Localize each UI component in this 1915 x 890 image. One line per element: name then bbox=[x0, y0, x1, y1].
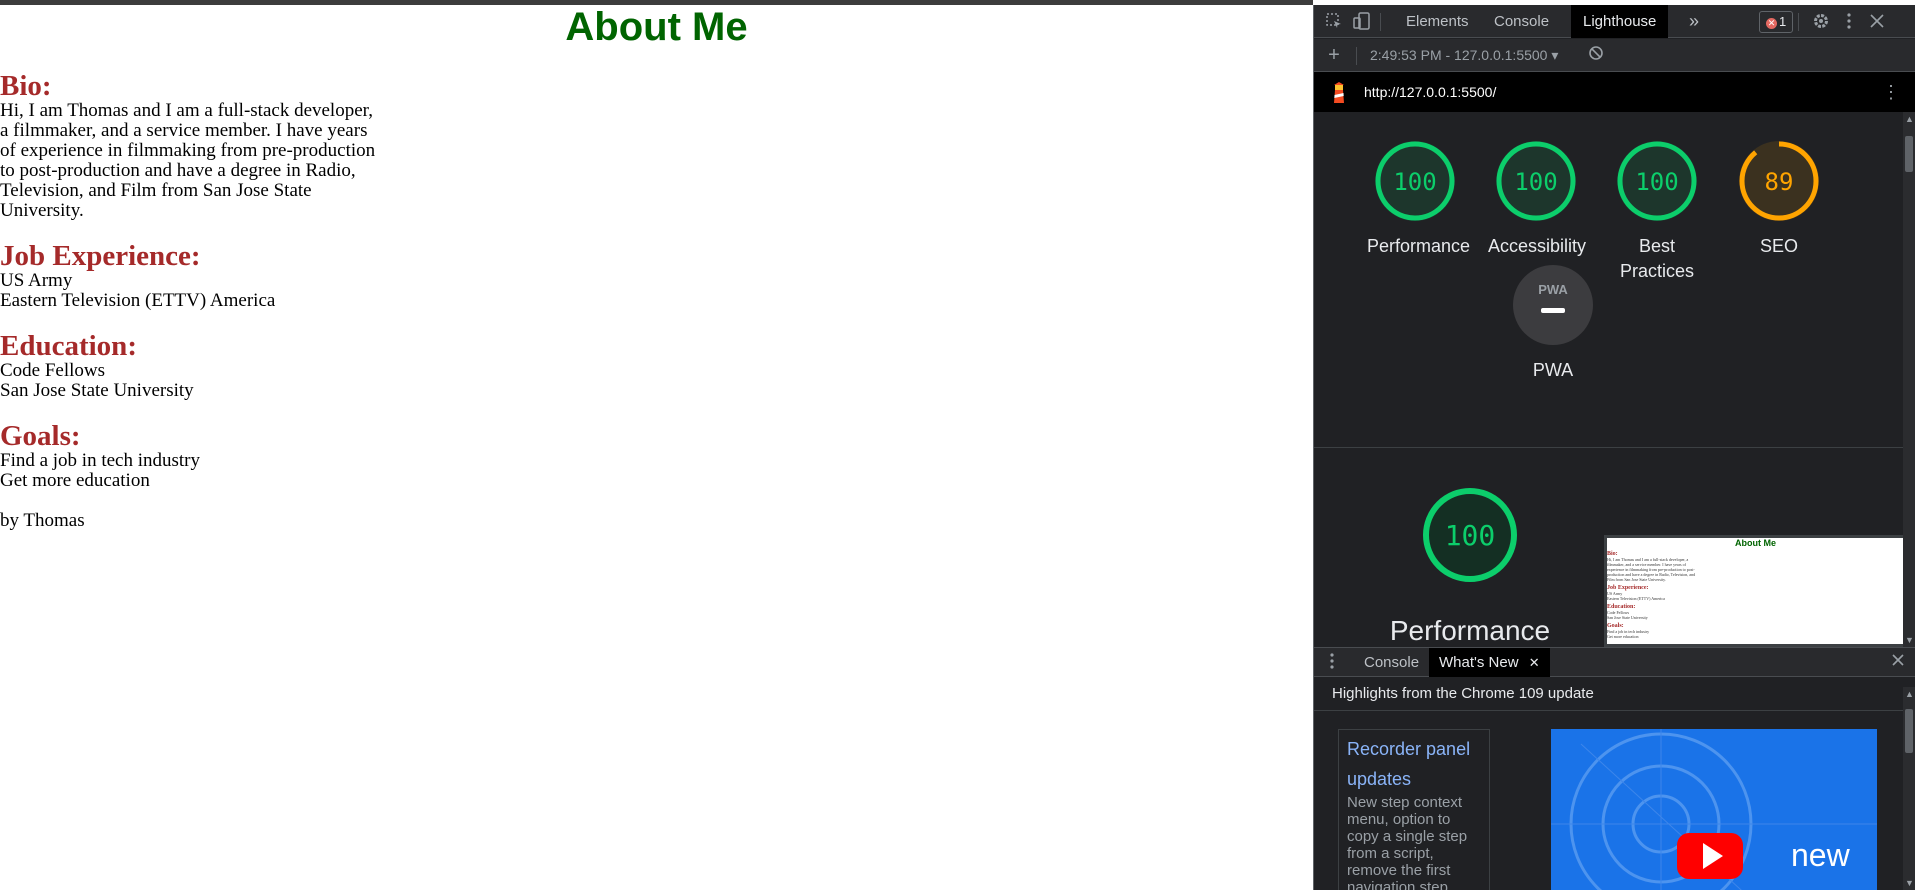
thumb-line: Get more education bbox=[1607, 634, 1639, 639]
inspect-element-icon[interactable] bbox=[1324, 12, 1344, 32]
thumb-line: San Jose State University bbox=[1607, 615, 1648, 620]
goal-item: Get more education bbox=[0, 470, 150, 491]
page-screenshot-thumbnail[interactable]: About Me Bio: Hi, I am Thomas and I am a… bbox=[1604, 535, 1904, 647]
lighthouse-url-bar: http://127.0.0.1:5500/ ⋮ bbox=[1314, 72, 1915, 112]
score-value: 100 bbox=[1514, 168, 1557, 196]
score-gauge[interactable]: 100 Best Practices bbox=[1597, 138, 1717, 284]
score-ring: 100 bbox=[1496, 141, 1576, 221]
tab-elements[interactable]: Elements bbox=[1394, 5, 1481, 38]
tabbar-separator bbox=[1380, 13, 1381, 31]
bio-text: Hi, I am Thomas and I am a full-stack de… bbox=[0, 100, 376, 221]
report-scrollbar[interactable]: ▲ ▼ bbox=[1903, 112, 1915, 647]
devtools-panel: Elements Console Lighthouse » ✕ 1 + 2:49:… bbox=[1313, 5, 1915, 890]
score-label: SEO bbox=[1759, 236, 1798, 256]
tab-console[interactable]: Console bbox=[1482, 5, 1561, 38]
score-gauge[interactable]: 100 Performance bbox=[1355, 138, 1475, 259]
page-title: About Me bbox=[565, 5, 748, 49]
education-heading: Education: bbox=[0, 330, 137, 362]
score-value: 89 bbox=[1765, 168, 1794, 196]
customize-kebab-icon[interactable] bbox=[1839, 12, 1859, 32]
video-thumbnail-text: new bbox=[1791, 837, 1850, 873]
tabbar-separator bbox=[1798, 13, 1799, 31]
pwa-badge-text: PWA bbox=[1538, 282, 1568, 297]
score-label: Accessibility bbox=[1488, 236, 1587, 256]
pwa-label: PWA bbox=[1532, 360, 1574, 380]
featured-performance-gauge: 100 bbox=[1410, 487, 1530, 583]
score-ring: 100 bbox=[1617, 141, 1697, 221]
devtools-tabbar: Elements Console Lighthouse » ✕ 1 bbox=[1314, 5, 1915, 38]
whats-new-card[interactable]: Recorder panel updates New step context … bbox=[1338, 729, 1490, 890]
score-gauge[interactable]: 100 Accessibility bbox=[1476, 138, 1596, 259]
audited-url[interactable]: http://127.0.0.1:5500/ bbox=[1364, 72, 1496, 112]
drawer-scroll-up-icon[interactable]: ▲ bbox=[1905, 689, 1914, 699]
score-ring: 89 bbox=[1739, 141, 1819, 221]
drawer-scrollbar[interactable]: ▲ ▼ bbox=[1903, 687, 1915, 890]
more-tabs-button[interactable]: » bbox=[1677, 5, 1711, 38]
highlights-heading: Highlights from the Chrome 109 update bbox=[1314, 677, 1904, 711]
toolbar-separator bbox=[1356, 47, 1357, 65]
drawer-tabbar: Console What's New ✕ bbox=[1314, 647, 1915, 677]
score-label: Best Practices bbox=[1619, 236, 1695, 281]
thumb-line: Hi, I am Thomas and I am a full-stack de… bbox=[1607, 557, 1696, 582]
section-divider bbox=[1314, 447, 1904, 448]
tab-lighthouse[interactable]: Lighthouse bbox=[1571, 5, 1669, 38]
new-report-button[interactable]: + bbox=[1324, 45, 1344, 65]
score-gauge[interactable]: 89 SEO bbox=[1719, 138, 1839, 259]
score-ring: 100 bbox=[1375, 141, 1455, 221]
report-menu-kebab-icon[interactable]: ⋮ bbox=[1882, 72, 1900, 112]
drawer-scroll-down-icon[interactable]: ▼ bbox=[1905, 878, 1914, 888]
close-devtools-icon[interactable] bbox=[1867, 12, 1887, 32]
drawer-tab-console[interactable]: Console bbox=[1354, 648, 1429, 677]
error-counter[interactable]: ✕ 1 bbox=[1759, 11, 1794, 33]
byline: by Thomas bbox=[0, 510, 85, 531]
featured-performance-label: Performance bbox=[1389, 615, 1551, 646]
close-drawer-icon[interactable] bbox=[1888, 652, 1908, 672]
clear-block-icon[interactable] bbox=[1586, 45, 1606, 65]
report-scroll-thumb[interactable] bbox=[1905, 136, 1913, 172]
pwa-gauge[interactable]: PWA PWA bbox=[1493, 262, 1613, 383]
lighthouse-toolbar: + 2:49:53 PM - 127.0.0.1:5500 ▾ bbox=[1314, 39, 1915, 72]
goals-heading: Goals: bbox=[0, 420, 81, 452]
whats-new-panel: Highlights from the Chrome 109 update Re… bbox=[1314, 677, 1904, 890]
job-item: Eastern Television (ETTV) America bbox=[0, 290, 276, 311]
education-item: Code Fellows bbox=[0, 360, 106, 381]
featured-score: 100 bbox=[1445, 519, 1496, 552]
error-icon: ✕ bbox=[1766, 18, 1777, 29]
card-description: New step context menu, option to copy a … bbox=[1347, 794, 1468, 890]
thumb-title: About Me bbox=[1735, 538, 1776, 548]
whats-new-video-thumbnail[interactable]: new bbox=[1551, 729, 1877, 890]
drawer-scroll-thumb[interactable] bbox=[1905, 709, 1913, 753]
error-count: 1 bbox=[1779, 14, 1787, 29]
education-item: San Jose State University bbox=[0, 380, 194, 401]
job-item: US Army bbox=[0, 270, 73, 291]
scroll-up-icon[interactable]: ▲ bbox=[1905, 114, 1914, 124]
drawer-menu-kebab-icon[interactable] bbox=[1322, 652, 1342, 672]
close-tab-icon[interactable]: ✕ bbox=[1529, 655, 1540, 670]
lighthouse-report: 100 Performance 100 Accessibility 100 Best Pr… bbox=[1314, 112, 1904, 647]
rendered-page: About Me Bio: Hi, I am Thomas and I am a… bbox=[0, 5, 1313, 890]
job-experience-heading: Job Experience: bbox=[0, 240, 201, 272]
card-title-link[interactable]: Recorder panel updates bbox=[1347, 734, 1481, 794]
settings-gear-icon[interactable] bbox=[1811, 12, 1831, 32]
scroll-down-icon[interactable]: ▼ bbox=[1905, 635, 1914, 645]
drawer-tab-whats-new-label: What's New bbox=[1439, 654, 1519, 671]
goal-item: Find a job in tech industry bbox=[0, 450, 201, 471]
drawer-tab-whats-new[interactable]: What's New ✕ bbox=[1429, 648, 1550, 677]
report-selector[interactable]: 2:49:53 PM - 127.0.0.1:5500 ▾ bbox=[1370, 39, 1558, 72]
lighthouse-logo-icon bbox=[1330, 82, 1348, 104]
score-value: 100 bbox=[1393, 168, 1436, 196]
device-toolbar-icon[interactable] bbox=[1352, 12, 1372, 32]
bio-heading: Bio: bbox=[0, 70, 52, 102]
score-value: 100 bbox=[1635, 168, 1678, 196]
thumb-line: Eastern Television (ETTV) America bbox=[1607, 596, 1665, 601]
score-label: Performance bbox=[1367, 236, 1471, 256]
